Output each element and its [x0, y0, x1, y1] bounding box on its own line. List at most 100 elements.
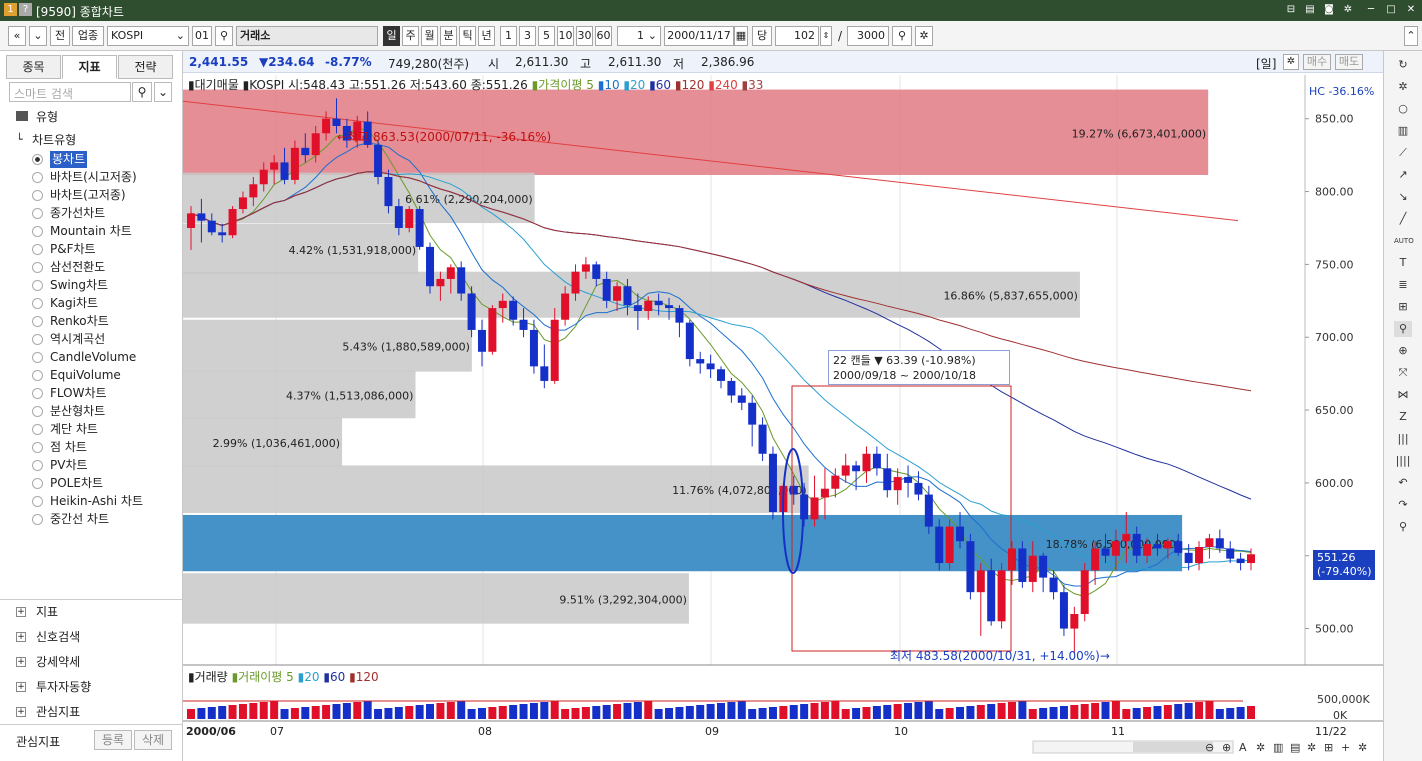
radio-icon[interactable]: [32, 406, 43, 417]
link-icon[interactable]: ⊟: [1284, 3, 1298, 17]
group-label[interactable]: 유형: [36, 108, 58, 125]
help-icon[interactable]: ?: [19, 3, 32, 16]
refresh-icon[interactable]: ↻: [1394, 57, 1412, 73]
settings-icon[interactable]: ✲: [1341, 3, 1355, 17]
radio-icon[interactable]: [32, 208, 43, 219]
measure-icon[interactable]: ⊞: [1394, 299, 1412, 315]
circle-icon[interactable]: ○: [1394, 101, 1412, 117]
radio-icon[interactable]: [32, 514, 43, 525]
settings-icon[interactable]: ✲: [1394, 79, 1412, 95]
radio-icon[interactable]: [32, 370, 43, 381]
radio-icon[interactable]: [32, 442, 43, 453]
line-up-icon[interactable]: ↗: [1394, 167, 1412, 183]
index-code-field[interactable]: 01: [192, 26, 212, 46]
radio-icon[interactable]: [32, 190, 43, 201]
minimize-icon[interactable]: ─: [1364, 3, 1378, 17]
radio-icon[interactable]: [32, 478, 43, 489]
subgroup-label[interactable]: 차트유형: [32, 131, 76, 148]
tab-item[interactable]: 종목: [6, 55, 61, 79]
stepper-icon[interactable]: ⇕: [820, 26, 832, 46]
prev-button[interactable]: 전: [50, 26, 70, 46]
volume-bar: [1226, 708, 1235, 719]
scroll-up-icon[interactable]: ⌃: [1404, 26, 1418, 46]
index-select[interactable]: KOSPI ⌄: [107, 26, 189, 46]
date-field[interactable]: 2000/11/17: [664, 26, 734, 46]
period-tab-minute[interactable]: 분: [440, 26, 457, 46]
expand-icon[interactable]: ⌄: [154, 82, 172, 102]
auto-line-icon[interactable]: AUTO: [1394, 233, 1414, 249]
camera-icon[interactable]: ◙: [1322, 3, 1336, 17]
candle-body: [218, 232, 227, 236]
vertical-lines-2-icon[interactable]: ||||: [1394, 453, 1412, 469]
register-button[interactable]: 등록: [94, 730, 132, 750]
redo-icon[interactable]: ↷: [1394, 497, 1412, 513]
vertical-lines-icon[interactable]: |||: [1394, 431, 1412, 447]
nav-next-button[interactable]: ⌄: [29, 26, 47, 46]
gear-icon[interactable]: ✲: [1283, 54, 1299, 70]
zoom-icon[interactable]: ⚲: [1394, 321, 1412, 337]
count-select[interactable]: 1 ⌄: [617, 26, 661, 46]
tab-indicator[interactable]: 지표: [62, 55, 117, 79]
crosshair-icon[interactable]: ⤧: [1394, 365, 1412, 381]
layout-icon[interactable]: ▤: [1303, 3, 1317, 17]
radio-icon[interactable]: [32, 352, 43, 363]
text-icon[interactable]: T: [1394, 255, 1412, 271]
volume-bar: [893, 704, 902, 719]
interval-60[interactable]: 60: [595, 26, 612, 46]
interval-5[interactable]: 5: [538, 26, 555, 46]
radio-icon[interactable]: [32, 154, 43, 165]
zoom-in-icon[interactable]: ⊕: [1394, 343, 1412, 359]
total-count-field[interactable]: 3000: [847, 26, 889, 46]
radio-icon[interactable]: [32, 424, 43, 435]
calendar-icon[interactable]: ▦: [734, 26, 748, 46]
radio-icon[interactable]: [32, 298, 43, 309]
period-tab-tick[interactable]: 틱: [459, 26, 476, 46]
radio-icon[interactable]: [32, 388, 43, 399]
radio-icon[interactable]: [32, 496, 43, 507]
delete-button[interactable]: 삭제: [134, 730, 172, 750]
radio-icon[interactable]: [32, 334, 43, 345]
zigzag-icon[interactable]: Ζ: [1394, 409, 1412, 425]
chart-area[interactable]: 19.27% (6,673,401,000) 6.61% (2,290,204,0…: [183, 51, 1383, 761]
search-icon[interactable]: ⚲: [132, 82, 152, 102]
pattern-icon[interactable]: ⋈: [1394, 387, 1412, 403]
tree-minus-icon[interactable]: └: [16, 133, 23, 146]
interval-3[interactable]: 3: [519, 26, 536, 46]
period-tab-day[interactable]: 일: [383, 26, 400, 46]
maximize-icon[interactable]: □: [1384, 3, 1398, 17]
radio-icon[interactable]: [32, 244, 43, 255]
sell-button[interactable]: 매도: [1335, 54, 1363, 70]
radio-icon[interactable]: [32, 316, 43, 327]
period-indicator[interactable]: [일]: [1256, 55, 1276, 72]
line-down-icon[interactable]: ↘: [1394, 189, 1412, 205]
radio-icon[interactable]: [32, 280, 43, 291]
view-count-field[interactable]: 102: [775, 26, 819, 46]
close-icon[interactable]: ✕: [1404, 3, 1418, 17]
radio-icon[interactable]: [32, 226, 43, 237]
chart-svg[interactable]: 19.27% (6,673,401,000)6.61% (2,290,204,0…: [183, 51, 1383, 761]
nav-prev-button[interactable]: «: [8, 26, 26, 46]
radio-icon[interactable]: [32, 172, 43, 183]
smart-search-input[interactable]: 스마트 검색: [9, 82, 131, 102]
radio-icon[interactable]: [32, 460, 43, 471]
gear-icon[interactable]: ✲: [915, 26, 933, 46]
bar-chart-icon[interactable]: ▥: [1394, 123, 1412, 139]
period-tab-month[interactable]: 월: [421, 26, 438, 46]
interval-10[interactable]: 10: [557, 26, 574, 46]
market-type-button[interactable]: 업종: [72, 26, 104, 46]
period-tab-week[interactable]: 주: [402, 26, 419, 46]
search-icon[interactable]: ⚲: [1394, 519, 1412, 535]
radio-icon[interactable]: [32, 262, 43, 273]
interval-1[interactable]: 1: [500, 26, 517, 46]
tab-strategy[interactable]: 전략: [118, 55, 173, 79]
interval-30[interactable]: 30: [576, 26, 593, 46]
zoom-icon[interactable]: ⚲: [892, 26, 912, 46]
period-tab-year[interactable]: 년: [478, 26, 495, 46]
search-icon[interactable]: ⚲: [215, 26, 233, 46]
date-label-button[interactable]: 당: [752, 26, 772, 46]
undo-icon[interactable]: ↶: [1394, 475, 1412, 491]
trend-line-icon[interactable]: ⟋: [1394, 145, 1412, 161]
fibonacci-icon[interactable]: ≣: [1394, 277, 1412, 293]
buy-button[interactable]: 매수: [1303, 54, 1331, 70]
diagonal-line-icon[interactable]: ╱: [1394, 211, 1412, 227]
